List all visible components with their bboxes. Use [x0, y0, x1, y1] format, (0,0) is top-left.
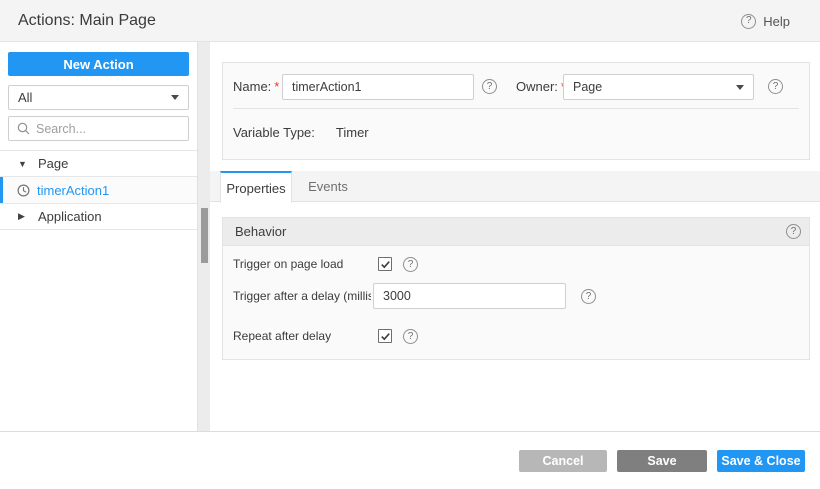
delay-milliseconds-input[interactable] — [373, 283, 566, 309]
name-input[interactable] — [282, 74, 474, 100]
tree-group-application[interactable]: ▶ Application — [0, 204, 197, 230]
actions-dialog: Actions: Main Page ? Help New Action All… — [0, 0, 820, 489]
behavior-section-title: Behavior — [235, 224, 287, 239]
search-input[interactable] — [36, 121, 180, 136]
behavior-section-body: Trigger on page load ? Trigger after a d… — [223, 246, 809, 359]
check-icon — [380, 260, 390, 268]
save-button[interactable]: Save — [617, 450, 707, 472]
behavior-section-header: Behavior ? — [223, 218, 809, 246]
behavior-row-trigger-on-load: Trigger on page load ? — [223, 250, 809, 278]
field-label: Trigger after a delay (millisec... — [233, 289, 371, 303]
repeat-after-delay-help-icon[interactable]: ? — [403, 329, 418, 344]
tree-collapsed-icon[interactable]: ▶ — [18, 211, 38, 222]
variable-type-value: Timer — [335, 124, 369, 140]
tree-group-label: Application — [38, 209, 102, 224]
search-box — [8, 116, 189, 141]
actions-sidebar: New Action All ▼ Page — [0, 42, 197, 431]
name-label: Name: * — [233, 79, 280, 94]
repeat-after-delay-checkbox[interactable] — [378, 329, 392, 343]
owner-help-icon[interactable]: ? — [768, 79, 783, 94]
owner-select[interactable]: Page — [563, 74, 754, 100]
trigger-on-load-checkbox[interactable] — [378, 257, 392, 271]
filter-dropdown-value: All — [18, 90, 33, 105]
help-icon: ? — [741, 13, 757, 29]
filter-dropdown[interactable]: All — [8, 85, 189, 110]
name-owner-row: Name:* ? Owner:* Page ? — [223, 74, 809, 100]
sidebar-scrollbar-thumb[interactable] — [201, 208, 208, 263]
behavior-row-trigger-delay: Trigger after a delay (millisec... ? — [223, 282, 809, 310]
tree-item-timeraction1[interactable]: timerAction1 — [0, 177, 197, 204]
tree-group-page[interactable]: ▼ Page — [0, 151, 197, 177]
behavior-row-repeat-after-delay: Repeat after delay ? — [223, 322, 809, 350]
variable-type-row: Variable Type: Timer — [233, 120, 369, 144]
tree-expanded-icon[interactable]: ▼ — [18, 159, 38, 169]
chevron-down-icon — [171, 95, 179, 100]
owner-label: Owner:* — [516, 74, 566, 100]
behavior-section: Behavior ? Trigger on page load ? Trigge… — [222, 217, 810, 360]
tree-item-label: timerAction1 — [37, 182, 110, 198]
field-label: Trigger on page load — [233, 257, 344, 271]
main-panel: Name:* ? Owner:* Page ? Variable Type: T… — [210, 42, 820, 431]
help-label: Help — [763, 13, 790, 29]
check-icon — [380, 332, 390, 340]
identity-panel: Name:* ? Owner:* Page ? Variable Type: T… — [222, 62, 810, 160]
name-help-icon[interactable]: ? — [482, 79, 497, 94]
tab-strip: Properties Events — [210, 171, 820, 203]
tab-properties[interactable]: Properties — [220, 171, 292, 203]
dialog-footer: Cancel Save Save & Close — [0, 432, 820, 489]
save-and-close-button[interactable]: Save & Close — [717, 450, 805, 472]
sidebar-scrollbar-track[interactable] — [197, 42, 210, 431]
cancel-button[interactable]: Cancel — [519, 450, 607, 472]
new-action-button[interactable]: New Action — [8, 52, 189, 76]
timer-clock-icon — [17, 183, 37, 197]
tab-events[interactable]: Events — [292, 171, 364, 202]
trigger-delay-help-icon[interactable]: ? — [581, 289, 596, 304]
required-asterisk: * — [274, 79, 280, 94]
chevron-down-icon — [736, 84, 744, 90]
field-label: Repeat after delay — [233, 329, 332, 343]
dialog-header: Actions: Main Page ? Help — [0, 0, 820, 42]
trigger-on-load-help-icon[interactable]: ? — [403, 257, 418, 272]
help-button[interactable]: ? Help — [741, 0, 790, 42]
actions-tree: ▼ Page timerAction1 ▶ Application — [0, 150, 197, 230]
behavior-help-icon[interactable]: ? — [786, 224, 801, 239]
variable-type-label: Variable Type: — [233, 124, 315, 140]
owner-select-value: Page — [573, 80, 603, 94]
panel-divider — [233, 108, 799, 109]
tree-group-label: Page — [38, 156, 69, 171]
search-icon — [17, 122, 30, 135]
page-title: Actions: Main Page — [18, 12, 156, 29]
